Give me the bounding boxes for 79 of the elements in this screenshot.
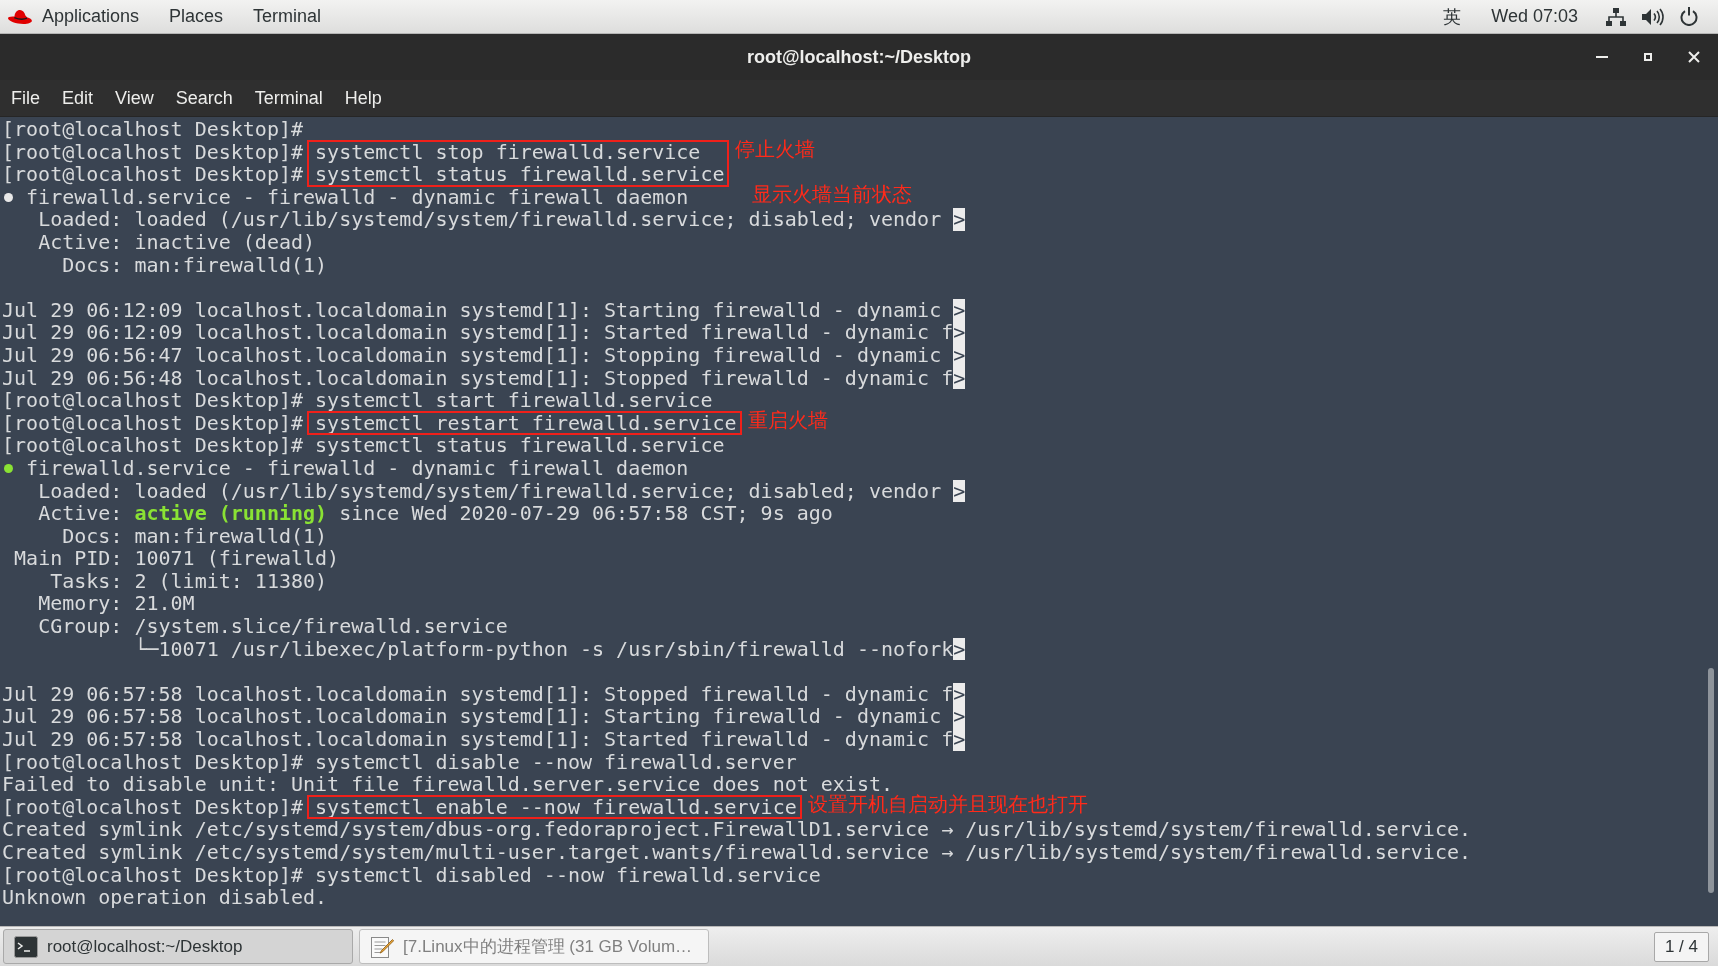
panel-menu[interactable]: Applications bbox=[8, 1, 155, 32]
output-text: Loaded: loaded (/usr/lib/systemd/system/firewalld.service; disabled; vendor bbox=[38, 479, 942, 503]
command-text: systemctl status firewalld.service bbox=[315, 434, 725, 457]
command-text: systemctl enable --now firewalld.service bbox=[315, 795, 797, 819]
menu-item[interactable]: Help bbox=[333, 83, 393, 113]
output-text: Jul 29 06:57:58 localhost.localdomain systemd[1]: Stopped firewalld - dynamic f bbox=[2, 682, 954, 706]
truncation-marker: > bbox=[953, 479, 966, 503]
scrollbar-thumb[interactable] bbox=[1708, 668, 1714, 893]
minimize-icon bbox=[1596, 56, 1608, 58]
output-text: Created symlink /etc/systemd/system/dbus-org.fedoraproject.FirewallD1.service → /usr/lib/systemd/system/firewalld.service. bbox=[2, 818, 1471, 841]
command-text: systemctl disable --now firewalld.server bbox=[315, 750, 797, 774]
prompt-text: [root@localhost Desktop]# bbox=[2, 140, 304, 164]
command-text: systemctl disabled --now firewalld.service bbox=[315, 863, 821, 887]
truncation-marker: > bbox=[953, 705, 966, 729]
close-icon bbox=[1688, 51, 1700, 63]
output-text: Jul 29 06:57:58 localhost.localdomain systemd[1]: Starting firewalld - dynamic bbox=[2, 705, 942, 729]
menu-item[interactable]: Edit bbox=[51, 83, 105, 113]
truncation-marker: > bbox=[953, 321, 966, 344]
truncation-marker: > bbox=[953, 682, 966, 706]
output-text: Active: active (running) since Wed 2020-07-29 06:57:58 CST; 9s ago bbox=[38, 502, 833, 525]
prompt-text: [root@localhost Desktop]# bbox=[2, 434, 304, 457]
prompt-text: [root@localhost Desktop]# bbox=[2, 118, 304, 141]
menu-item[interactable]: View bbox=[104, 83, 165, 113]
output-text: Unknown operation disabled. bbox=[2, 886, 328, 909]
output-text: Docs: man:firewalld(1) bbox=[62, 524, 328, 548]
terminal-icon bbox=[14, 935, 38, 958]
output-text: Main PID: 10071 (firewalld) bbox=[14, 547, 340, 570]
maximize-icon bbox=[1644, 53, 1652, 61]
annotation-label: 重启火墙 bbox=[747, 409, 828, 431]
prompt-text: [root@localhost Desktop]# bbox=[2, 750, 304, 774]
taskbar-button[interactable]: root@localhost:~/Desktop bbox=[3, 929, 353, 964]
prompt-text: [root@localhost Desktop]# bbox=[2, 795, 304, 819]
panel-menu[interactable]: Terminal bbox=[238, 1, 337, 32]
prompt-text: [root@localhost Desktop]# bbox=[2, 863, 304, 887]
clock[interactable]: Wed 07:03 bbox=[1491, 6, 1578, 27]
command-text: systemctl restart firewalld.service bbox=[315, 411, 737, 435]
truncation-marker: > bbox=[953, 208, 966, 231]
panel-menu[interactable]: Places bbox=[154, 1, 239, 32]
power-icon[interactable] bbox=[1680, 7, 1698, 26]
truncation-marker: > bbox=[953, 366, 966, 390]
output-text: Memory: 21.0M bbox=[38, 592, 195, 616]
output-text: Jul 29 06:56:48 localhost.localdomain systemd[1]: Stopped firewalld - dynamic f bbox=[2, 366, 954, 390]
volume-icon[interactable] bbox=[1642, 7, 1664, 26]
menu-item[interactable]: File bbox=[0, 83, 51, 113]
command-text: systemctl stop firewalld.service bbox=[315, 140, 701, 164]
taskbar-button[interactable]: [7.Linux中的进程管理 (31 GB Volum… bbox=[359, 929, 709, 964]
truncation-marker: > bbox=[953, 298, 966, 322]
output-text: Docs: man:firewalld(1) bbox=[62, 253, 328, 277]
truncation-marker: > bbox=[953, 343, 966, 367]
command-text: systemctl status firewalld.service bbox=[315, 163, 725, 186]
prompt-text: [root@localhost Desktop]# bbox=[2, 163, 304, 186]
output-text: Jul 29 06:56:47 localhost.localdomain systemd[1]: Stopping firewalld - dynamic bbox=[2, 343, 942, 367]
output-text: Jul 29 06:12:09 localhost.localdomain systemd[1]: Started firewalld - dynamic f bbox=[2, 321, 954, 344]
truncation-marker: > bbox=[953, 637, 966, 661]
input-method-indicator[interactable]: 英 bbox=[1443, 4, 1462, 29]
output-text: Jul 29 06:12:09 localhost.localdomain systemd[1]: Starting firewalld - dynamic bbox=[2, 298, 942, 322]
network-icon[interactable] bbox=[1606, 7, 1626, 26]
command-text: systemctl start firewalld.service bbox=[315, 389, 713, 412]
annotation-label: 停止火墙 bbox=[735, 137, 816, 160]
prompt-text: [root@localhost Desktop]# bbox=[2, 389, 304, 412]
annotation-label: 显示火墙当前状态 bbox=[751, 183, 912, 206]
output-text: Active: inactive (dead) bbox=[38, 230, 316, 254]
hat-icon bbox=[8, 8, 32, 25]
notepad-icon bbox=[370, 934, 394, 959]
output-text: Loaded: loaded (/usr/lib/systemd/system/firewalld.service; disabled; vendor bbox=[38, 208, 942, 231]
output-text: Created symlink /etc/systemd/system/multi-user.target.wants/firewalld.service → /usr/lib/systemd/system/firewalld.service. bbox=[2, 841, 1471, 864]
workspace-indicator[interactable]: 1 / 4 bbox=[1653, 931, 1709, 962]
prompt-text: [root@localhost Desktop]# bbox=[2, 411, 304, 435]
output-text: └─10071 /usr/libexec/platform-python -s /usr/sbin/firewalld --nofork bbox=[134, 637, 954, 661]
window-title: root@localhost:~/Desktop bbox=[746, 46, 972, 68]
truncation-marker: > bbox=[953, 728, 966, 751]
output-text: Tasks: 2 (limit: 11380) bbox=[50, 569, 328, 593]
output-text: firewalld.service - firewalld - dynamic firewall daemon bbox=[26, 185, 689, 209]
output-text: Jul 29 06:57:58 localhost.localdomain systemd[1]: Started firewalld - dynamic f bbox=[2, 728, 954, 751]
output-text: CGroup: /system.slice/firewalld.service bbox=[38, 615, 508, 638]
output-text: firewalld.service - firewalld - dynamic firewall daemon bbox=[26, 456, 689, 480]
menu-item[interactable]: Search bbox=[164, 83, 244, 113]
menu-item[interactable]: Terminal bbox=[243, 83, 334, 113]
annotation-label: 设置开机自启动并且现在也打开 bbox=[807, 793, 1088, 816]
